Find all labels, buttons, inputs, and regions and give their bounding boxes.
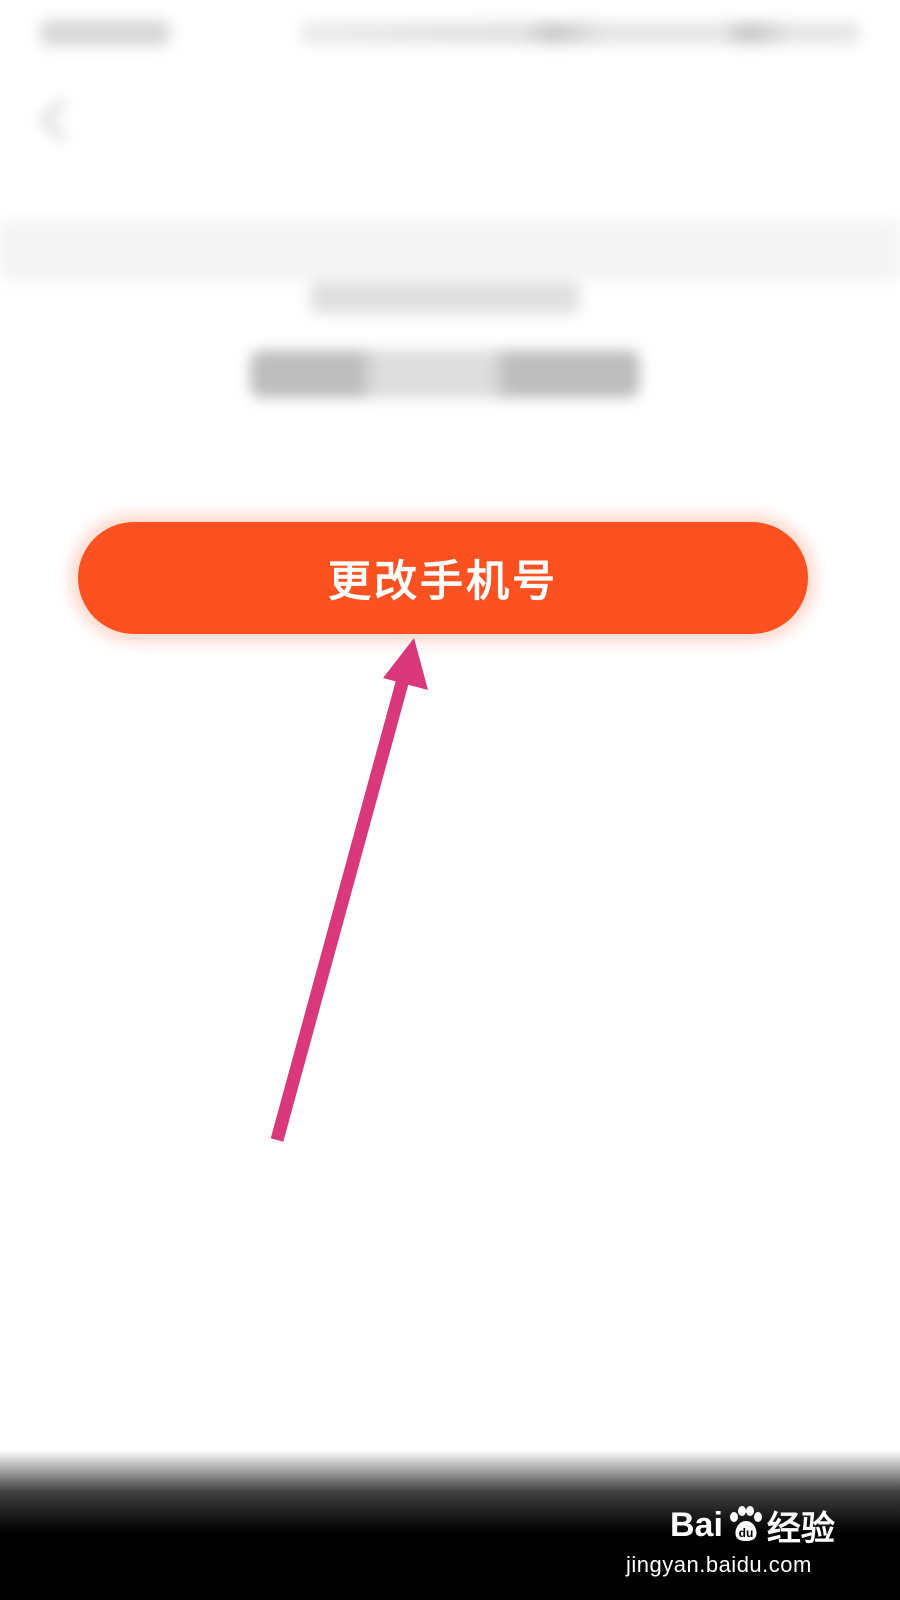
watermark-logo-suffix: 经验: [766, 1509, 835, 1548]
info-caption: [310, 280, 580, 314]
change-phone-number-label: 更改手机号: [328, 557, 558, 607]
change-phone-number-button[interactable]: 更改手机号: [78, 522, 808, 634]
back-arrow-icon[interactable]: [36, 95, 70, 151]
watermark-logo: Bai du 经验: [670, 1500, 860, 1550]
status-indicators: [300, 22, 860, 44]
header-band: [0, 220, 900, 280]
phone-screen: 更改手机号 Bai du 经验 jingyan.baidu.com: [0, 0, 900, 1600]
paw-icon: du: [729, 1506, 762, 1541]
masked-phone-number: [250, 350, 640, 398]
status-bar: [0, 0, 900, 70]
status-time: [40, 20, 170, 46]
watermark-url: jingyan.baidu.com: [626, 1552, 812, 1577]
svg-text:du: du: [739, 1526, 754, 1540]
baidu-jingyan-watermark: Bai du 经验 jingyan.baidu.com: [626, 1500, 860, 1590]
watermark-logo-prefix: Bai: [670, 1505, 723, 1544]
